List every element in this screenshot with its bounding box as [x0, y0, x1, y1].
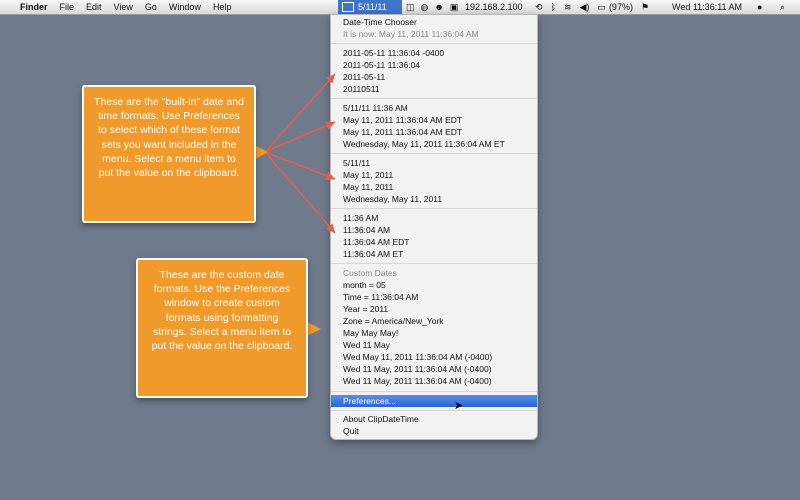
- arrow-line: [264, 151, 336, 234]
- arrow-line: [264, 121, 336, 153]
- callout-arrows: [254, 73, 336, 336]
- callout-pointer: [254, 145, 268, 160]
- callout-pointer: [307, 322, 321, 336]
- custom-formats-callout: These are the custom date formats. Use t…: [136, 258, 308, 398]
- arrow-line: [264, 151, 336, 180]
- builtin-formats-callout: These are the "built-in" date and time f…: [82, 85, 256, 223]
- arrow-line: [264, 73, 336, 153]
